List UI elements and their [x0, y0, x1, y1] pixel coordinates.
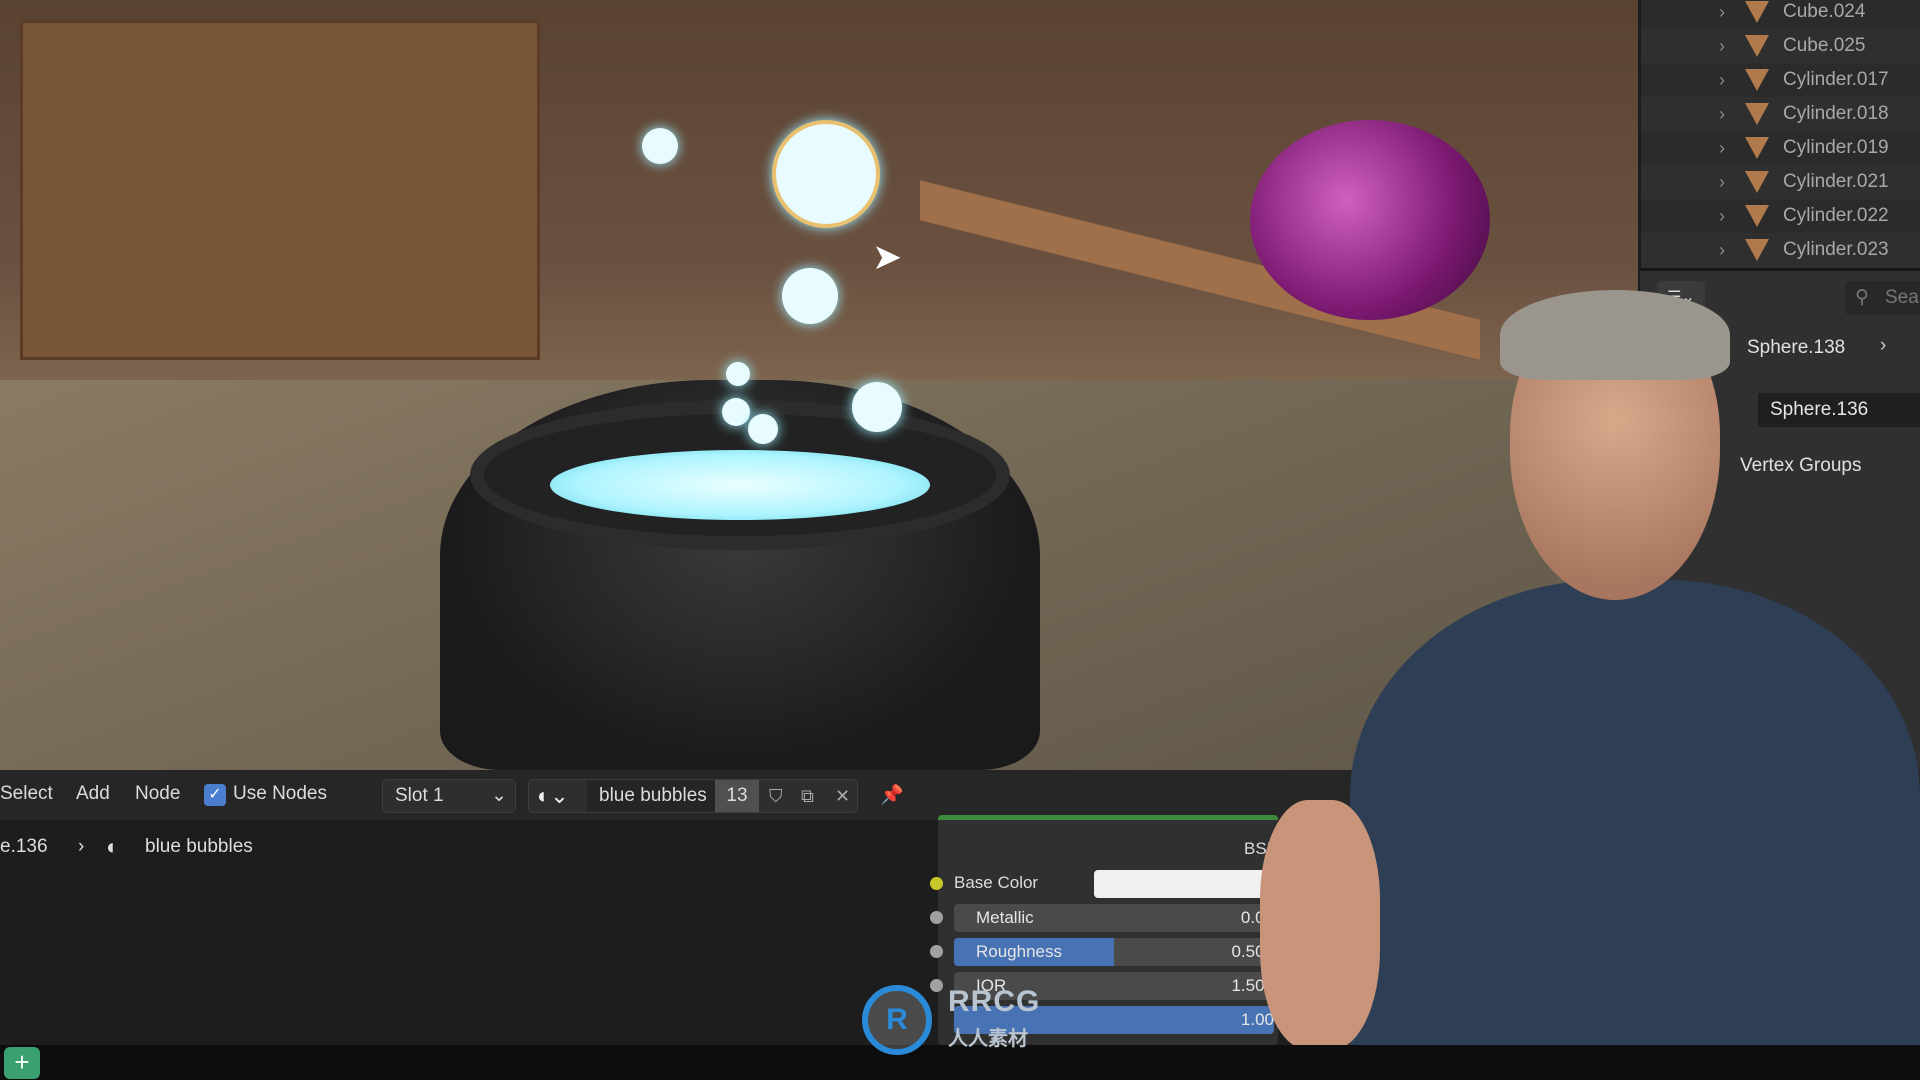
presenter-torso: [1350, 580, 1920, 1060]
slot-dropdown[interactable]: Slot 1 ⌄: [382, 779, 516, 813]
pin-icon[interactable]: 📌: [880, 783, 904, 807]
menu-add[interactable]: Add: [76, 783, 110, 805]
close-icon[interactable]: ✕: [835, 780, 850, 812]
mouse-cursor-icon: ➤: [872, 236, 903, 277]
expand-icon[interactable]: ›: [1719, 2, 1725, 23]
base-color-swatch[interactable]: [1094, 870, 1274, 898]
use-nodes-checkbox[interactable]: ✓: [204, 784, 226, 806]
outliner-item[interactable]: › Cylinder.023: [1641, 233, 1920, 267]
mesh-icon: [1745, 103, 1769, 125]
mesh-icon: [1745, 1, 1769, 23]
metallic-slider[interactable]: Metallic 0.00: [954, 904, 1274, 932]
material-selector: ◐⌄ blue bubbles 13 ⛉ ⧉ ✕: [528, 779, 858, 813]
add-icon[interactable]: +: [4, 1047, 40, 1079]
bubble[interactable]: [642, 128, 678, 164]
outliner-item[interactable]: › Cylinder.022: [1641, 199, 1920, 233]
menu-select[interactable]: Select: [0, 783, 53, 805]
watermark-logo: R: [862, 985, 932, 1055]
outliner[interactable]: › Cube.024 › Cube.025 › Cylinder.017 › Cylin…: [1640, 0, 1920, 268]
watermark-text: RRCG: [948, 985, 1041, 1018]
user-count[interactable]: 13: [715, 780, 759, 812]
bubble[interactable]: [852, 382, 902, 432]
outliner-item[interactable]: › Cylinder.021: [1641, 165, 1920, 199]
outliner-item[interactable]: › Cube.025: [1641, 29, 1920, 63]
bubble[interactable]: [726, 362, 750, 386]
breadcrumb-chevron-icon: ›: [78, 836, 85, 857]
outliner-item[interactable]: › Cylinder.018: [1641, 97, 1920, 131]
watermark-subtext: 人人素材: [948, 1028, 1028, 1050]
bubble[interactable]: [748, 414, 778, 444]
bookshelf: [20, 20, 540, 360]
base-color-socket[interactable]: [930, 877, 943, 890]
duplicate-icon[interactable]: ⧉: [801, 780, 814, 812]
expand-icon[interactable]: ›: [1719, 104, 1725, 125]
presenter-hair: [1500, 290, 1730, 380]
input-socket[interactable]: [930, 979, 943, 992]
mesh-icon: [1745, 239, 1769, 261]
expand-icon[interactable]: ›: [1719, 70, 1725, 91]
roughness-slider[interactable]: Roughness 0.500: [954, 938, 1274, 966]
bubble[interactable]: [782, 268, 838, 324]
outliner-item[interactable]: › Cylinder.019: [1641, 131, 1920, 165]
mesh-icon: [1745, 171, 1769, 193]
chevron-down-icon: ⌄: [491, 785, 507, 806]
fake-user-shield-icon[interactable]: ⛉: [769, 780, 783, 812]
mesh-icon: [1745, 35, 1769, 57]
expand-icon[interactable]: ›: [1719, 172, 1725, 193]
material-name-field[interactable]: blue bubbles: [587, 780, 715, 812]
cauldron-liquid: [550, 450, 930, 520]
menu-node[interactable]: Node: [135, 783, 180, 805]
presenter-hand: [1260, 800, 1380, 1050]
bubble[interactable]: [722, 398, 750, 426]
selected-bubble[interactable]: [772, 120, 880, 228]
expand-icon[interactable]: ›: [1719, 36, 1725, 57]
material-icon: ◐: [106, 834, 120, 859]
material-browse-icon[interactable]: ◐⌄: [537, 780, 569, 812]
outliner-item[interactable]: › Cylinder.017: [1641, 63, 1920, 97]
input-socket[interactable]: [930, 945, 943, 958]
expand-icon[interactable]: ›: [1719, 206, 1725, 227]
input-socket[interactable]: [930, 911, 943, 924]
mesh-icon: [1745, 137, 1769, 159]
presenter-video-overlay: [1260, 280, 1920, 1060]
expand-icon[interactable]: ›: [1719, 240, 1725, 261]
expand-icon[interactable]: ›: [1719, 138, 1725, 159]
mesh-icon: [1745, 69, 1769, 91]
outliner-item[interactable]: › Cube.024: [1641, 0, 1920, 29]
mesh-icon: [1745, 205, 1769, 227]
use-nodes-label: Use Nodes: [233, 783, 327, 804]
